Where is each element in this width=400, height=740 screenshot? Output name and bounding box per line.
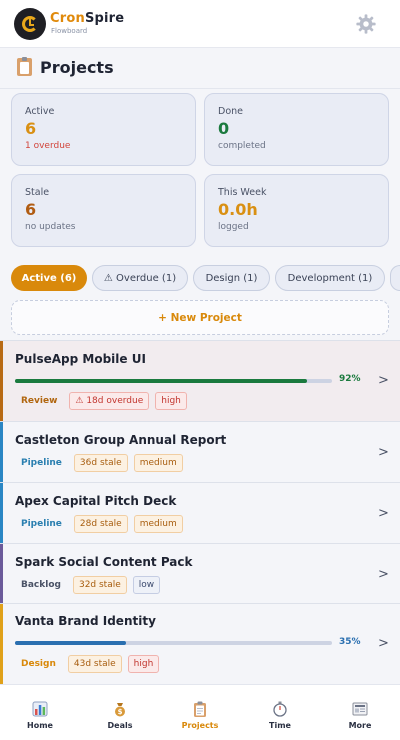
stage-label: Pipeline [21,519,62,529]
stat-value: 0.0h [218,200,258,219]
priority-tag: high [127,655,160,673]
overdue-tag: ⚠ 18d overdue [69,392,150,410]
brand-name: CronSpire [50,11,125,26]
tag-list: Pipeline 36d stale medium [15,454,183,472]
priority-tag: low [132,576,161,594]
project-name: Castleton Group Annual Report [15,433,227,447]
project-row-castleton[interactable]: Castleton Group Annual Report Pipeline 3… [0,421,400,482]
progress-percent: 35% [339,637,361,647]
chevron-right-icon: > [378,506,389,521]
stat-label: Done [218,106,243,117]
bottom-nav: Home $ Deals Projects Time More [0,684,400,740]
svg-text:$: $ [118,708,123,716]
nav-label: Projects [181,721,219,730]
tag-list: Backlog 32d stale low [15,576,161,594]
nav-home[interactable]: Home [0,685,80,740]
row-accent [0,544,3,603]
stat-sub: 1 overdue [25,141,71,151]
filter-chip-development[interactable]: Development (1) [275,265,385,291]
stale-tag: 36d stale [73,454,128,472]
nav-label: Time [269,721,291,730]
stat-sub: logged [218,222,249,232]
stat-value: 0 [218,119,230,138]
project-row-spark[interactable]: Spark Social Content Pack Backlog 32d st… [0,543,400,603]
progress-bar [15,641,332,645]
priority-tag: medium [133,515,183,533]
chevron-right-icon: > [378,445,389,460]
stat-sub: no updates [25,222,76,232]
stat-card-this-week: This Week 0.0h logged [204,174,389,247]
project-name: Spark Social Content Pack [15,555,193,569]
app-header: CronSpire Flowboard [0,0,400,48]
nav-more[interactable]: More [320,685,400,740]
nav-label: More [348,721,372,730]
project-name: Vanta Brand Identity [15,614,156,628]
filter-chip-active[interactable]: Active (6) [11,265,87,291]
progress-fill [15,641,126,645]
chevron-right-icon: > [378,636,389,651]
row-accent [0,341,3,421]
logo-icon [14,8,46,40]
stat-sub: completed [218,141,266,151]
filter-chip-overdue[interactable]: ⚠ Overdue (1) [92,265,188,291]
stale-tag: 28d stale [73,515,128,533]
stage-label: Backlog [21,580,61,590]
nav-label: Home [27,721,53,730]
money-bag-icon: $ [115,703,125,717]
stat-card-active: Active 6 1 overdue [11,93,196,166]
newspaper-icon [352,702,368,716]
page-title: Projects [40,57,114,77]
progress-percent: 92% [339,374,361,384]
stat-label: Stale [25,187,50,198]
project-name: PulseApp Mobile UI [15,352,146,366]
project-row-pulseapp[interactable]: PulseApp Mobile UI 92% Review ⚠ 18d over… [0,340,400,421]
project-row-vanta[interactable]: Vanta Brand Identity 35% Design 43d stal… [0,603,400,684]
bar-chart-icon [32,701,48,717]
stat-value: 6 [25,119,37,138]
nav-time[interactable]: Time [240,685,320,740]
filter-chip-more[interactable] [390,265,400,291]
stat-card-done: Done 0 completed [204,93,389,166]
chevron-right-icon: > [378,567,389,582]
row-accent [0,422,3,482]
progress-fill [15,379,307,383]
clipboard-icon [194,701,206,717]
tag-list: Pipeline 28d stale medium [15,515,183,533]
stage-label: Pipeline [21,458,62,468]
tag-list: Review ⚠ 18d overdue high [15,392,187,410]
priority-tag: medium [133,454,183,472]
divider [0,88,400,89]
nav-projects[interactable]: Projects [160,685,240,740]
nav-deals[interactable]: $ Deals [80,685,160,740]
clipboard-icon [17,57,32,76]
chevron-right-icon: > [378,373,389,388]
page-title-bar: Projects [17,56,114,78]
brand-subtitle: Flowboard [51,27,88,35]
stage-label: Review [21,396,58,406]
gear-icon[interactable] [355,13,377,35]
filter-chip-design[interactable]: Design (1) [193,265,270,291]
stat-card-stale: Stale 6 no updates [11,174,196,247]
new-project-button[interactable]: + New Project [11,300,389,335]
nav-label: Deals [107,721,133,730]
stale-tag: 32d stale [72,576,127,594]
stale-tag: 43d stale [67,655,122,673]
row-accent [0,483,3,543]
stat-label: This Week [218,187,267,198]
priority-tag: high [155,392,187,410]
stat-label: Active [25,106,55,117]
stat-value: 6 [25,200,37,219]
stage-label: Design [21,659,56,669]
stopwatch-icon [273,701,287,717]
progress-bar [15,379,332,383]
project-name: Apex Capital Pitch Deck [15,494,177,508]
project-row-apex[interactable]: Apex Capital Pitch Deck Pipeline 28d sta… [0,482,400,543]
tag-list: Design 43d stale high [15,655,160,673]
row-accent [0,604,3,684]
